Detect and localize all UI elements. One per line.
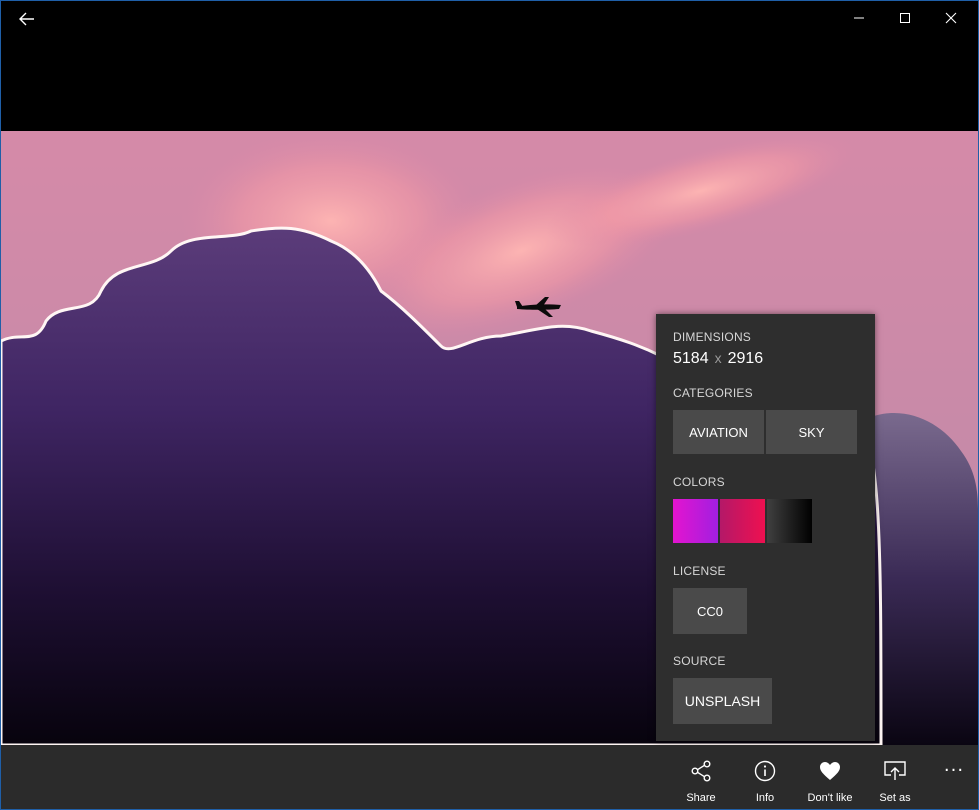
dislike-button[interactable]: Don't like xyxy=(798,745,862,809)
info-button[interactable]: Info xyxy=(733,745,797,809)
license-chip[interactable]: CC0 xyxy=(673,588,747,634)
info-icon xyxy=(754,760,776,782)
color-swatch-crimson[interactable] xyxy=(720,499,765,543)
maximize-button[interactable] xyxy=(882,1,928,35)
minimize-icon xyxy=(854,17,864,19)
dimensions-value: 5184 x 2916 xyxy=(673,350,763,368)
category-chip-aviation[interactable]: AVIATION xyxy=(673,410,764,454)
share-label: Share xyxy=(686,792,716,804)
back-arrow-icon xyxy=(19,12,34,26)
height-value: 2916 xyxy=(727,350,764,367)
set-as-button[interactable]: Set as xyxy=(863,745,927,809)
categories-title: CATEGORIES xyxy=(673,386,753,400)
dimension-separator: x xyxy=(714,350,722,366)
title-bar xyxy=(1,1,978,35)
dislike-label: Don't like xyxy=(807,792,853,804)
license-title: LICENSE xyxy=(673,564,726,578)
heart-icon xyxy=(820,762,840,780)
category-chip-sky[interactable]: SKY xyxy=(766,410,857,454)
set-as-icon xyxy=(884,761,906,780)
source-title: SOURCE xyxy=(673,654,726,668)
source-chip[interactable]: UNSPLASH xyxy=(673,678,772,724)
width-value: 5184 xyxy=(673,350,709,367)
minimize-button[interactable] xyxy=(836,1,882,35)
colors-title: COLORS xyxy=(673,475,725,489)
color-swatch-magenta[interactable] xyxy=(673,499,718,543)
share-icon xyxy=(691,760,711,782)
info-label: Info xyxy=(755,792,775,804)
color-swatch-black[interactable] xyxy=(767,499,812,543)
more-button[interactable]: ··· xyxy=(934,755,974,785)
maximize-icon xyxy=(900,13,910,23)
bottom-app-bar: Share Info Don't like Set as ··· xyxy=(1,745,978,809)
close-icon xyxy=(945,12,957,24)
close-button[interactable] xyxy=(928,1,974,35)
back-button[interactable] xyxy=(9,5,45,33)
info-panel: DIMENSIONS 5184 x 2916 CATEGORIES AVIATION… xyxy=(656,314,875,741)
app-window: DIMENSIONS 5184 x 2916 CATEGORIES AVIATION… xyxy=(0,0,979,810)
set-as-label: Set as xyxy=(879,792,911,804)
share-button[interactable]: Share xyxy=(669,745,733,809)
dimensions-title: DIMENSIONS xyxy=(673,330,752,344)
